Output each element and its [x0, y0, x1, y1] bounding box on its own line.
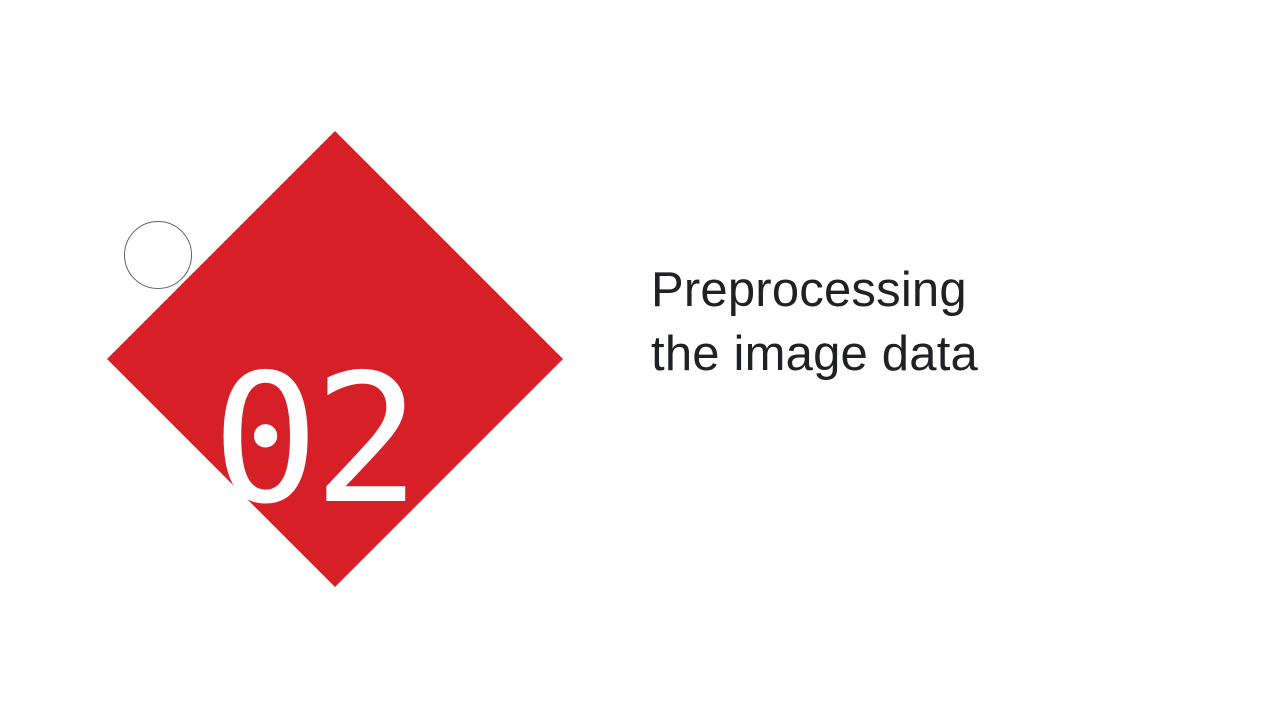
section-number: 02: [212, 336, 420, 543]
circle-outline-icon: [124, 221, 192, 289]
section-slide: 02 Preprocessing the image data: [0, 0, 1280, 720]
section-title-line-2: the image data: [651, 327, 978, 381]
section-title: Preprocessing the image data: [651, 258, 1211, 386]
section-title-line-1: Preprocessing: [651, 263, 967, 317]
